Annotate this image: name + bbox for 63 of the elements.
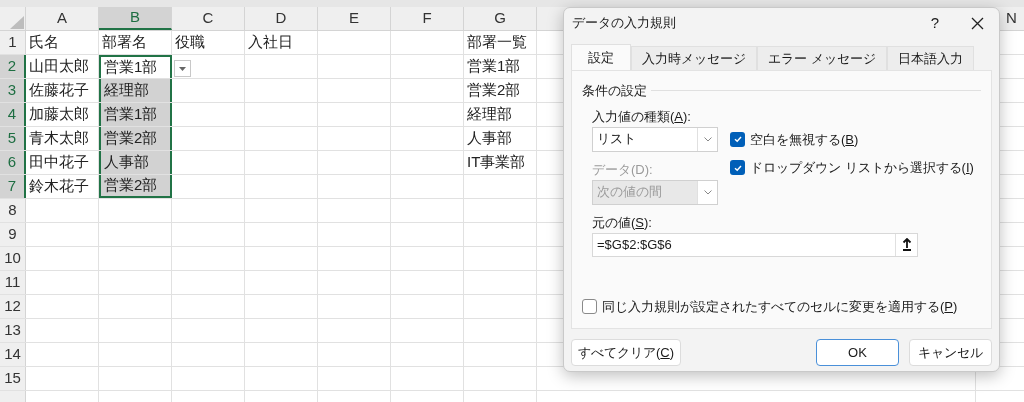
row-header[interactable]: 15 <box>0 367 26 390</box>
table-cell: 営業2部 <box>99 175 172 198</box>
dialog-button[interactable]: すべてクリア(C) <box>571 339 682 366</box>
field-label: 入力値の種類(A): <box>592 107 692 126</box>
column-header[interactable]: B <box>99 7 172 30</box>
row-header[interactable]: 1 <box>0 31 26 54</box>
row-header[interactable]: 13 <box>0 319 26 342</box>
section-heading: 条件の設定 <box>582 82 647 100</box>
checkbox-label[interactable]: ドロップダウン リストから選択する(I) <box>750 158 974 178</box>
arrow-up-icon <box>901 238 912 251</box>
column-header[interactable]: G <box>464 7 537 30</box>
column-header[interactable]: C <box>172 7 245 30</box>
chevron-down-icon <box>703 136 712 142</box>
check-icon <box>732 134 743 145</box>
row-header[interactable]: 5 <box>0 127 26 150</box>
row-header[interactable]: 12 <box>0 295 26 318</box>
window-title: データの入力規則 <box>572 14 677 33</box>
table-cell: 入社日 <box>245 31 318 54</box>
dropdown[interactable]: リスト <box>592 126 718 152</box>
tab[interactable]: 日本語入力 <box>886 46 974 70</box>
close-icon <box>970 16 984 30</box>
table-cell: 部署一覧 <box>464 31 537 54</box>
row-header[interactable]: 2 <box>0 55 26 78</box>
table-cell: 氏名 <box>26 31 99 54</box>
field-label: データ(D): <box>592 160 654 179</box>
table-cell: 役職 <box>172 31 245 54</box>
field-label: 元の値(S): <box>592 213 653 232</box>
table-cell: 営業1部 <box>464 55 537 78</box>
checkbox[interactable] <box>582 298 597 314</box>
row-header[interactable]: 10 <box>0 247 26 270</box>
caret-icon <box>179 66 186 71</box>
checkbox[interactable] <box>730 160 745 176</box>
table-cell: 経理部 <box>99 79 172 102</box>
table-cell: 部署名 <box>99 31 172 54</box>
column-header[interactable]: E <box>318 7 391 30</box>
table-cell: 人事部 <box>464 127 537 150</box>
dialog-button[interactable]: OK <box>816 339 899 366</box>
chevron-down-icon <box>703 189 712 195</box>
row-header[interactable]: 11 <box>0 271 26 294</box>
tab[interactable]: エラー メッセージ <box>757 46 887 70</box>
dialog-button[interactable]: キャンセル <box>909 339 992 366</box>
help-button[interactable]: ? <box>915 8 955 38</box>
table-cell: 人事部 <box>99 151 172 174</box>
checkbox-label[interactable]: 空白を無視する(B) <box>750 129 859 149</box>
row-header[interactable]: 9 <box>0 223 26 246</box>
column-header[interactable]: D <box>245 7 318 30</box>
checkbox-label[interactable]: 同じ入力規則が設定されたすべてのセルに変更を適用する(P) <box>602 296 958 316</box>
table-cell: IT事業部 <box>464 151 537 174</box>
checkbox[interactable] <box>730 131 745 147</box>
column-header[interactable]: F <box>391 7 464 30</box>
table-cell: 営業2部 <box>99 127 172 150</box>
cell-dropdown-button[interactable] <box>174 60 191 77</box>
row-header[interactable]: 8 <box>0 199 26 222</box>
row-header[interactable]: 7 <box>0 175 26 198</box>
row-header[interactable]: 6 <box>0 151 26 174</box>
row-header[interactable]: 14 <box>0 343 26 366</box>
table-cell: 営業2部 <box>464 79 537 102</box>
tab[interactable]: 入力時メッセージ <box>631 46 757 70</box>
tab[interactable]: 設定 <box>571 44 631 70</box>
row-header[interactable]: 4 <box>0 103 26 126</box>
table-cell: 営業1部 <box>99 103 172 126</box>
row-header[interactable]: 3 <box>0 79 26 102</box>
table-cell: 経理部 <box>464 103 537 126</box>
